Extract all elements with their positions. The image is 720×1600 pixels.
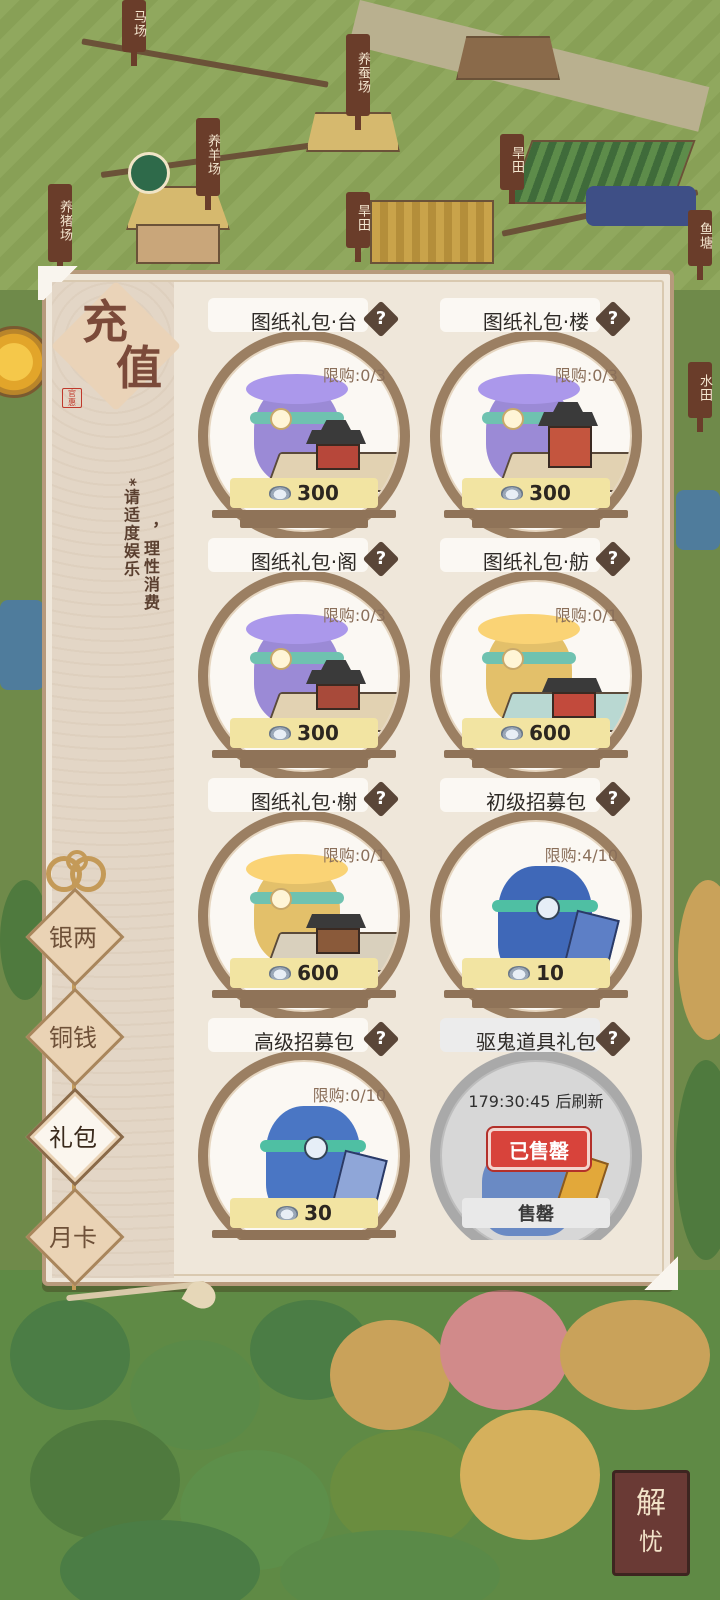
silver-ingot-icon xyxy=(501,726,524,740)
price-button[interactable]: 600 xyxy=(462,718,610,748)
tree xyxy=(678,880,720,1040)
purchase-limit: 限购:4/10 xyxy=(544,846,618,865)
paper-curl xyxy=(644,1256,678,1290)
product-card[interactable]: 高级招募包 ? 限购:0/10 30 xyxy=(192,1018,416,1240)
price-button[interactable]: 300 xyxy=(230,718,378,748)
purchase-limit: 限购:0/3 xyxy=(554,366,618,385)
product-scroll-area[interactable]: 图纸礼包·台 ? 限购:0/3 300 图纸礼包·楼 ? 限购:0/3 300 … xyxy=(186,290,656,1240)
signpost-dry-field: 旱田 xyxy=(500,134,524,204)
purchase-limit: 限购:0/10 xyxy=(312,1086,386,1105)
tree xyxy=(460,1410,600,1540)
flower-tree xyxy=(440,1290,570,1410)
signpost-dry-field-2: 旱田 xyxy=(346,192,370,262)
tab-silver[interactable]: 银两 xyxy=(25,887,125,987)
title-char: 值 xyxy=(116,341,162,395)
product-card[interactable]: 初级招募包 ? 限购:4/10 10 xyxy=(424,778,648,1022)
tab-copper[interactable]: 铜钱 xyxy=(25,987,125,1087)
moderation-notice: *请适度娱乐 ，理性消费 xyxy=(121,478,160,612)
product-card[interactable]: 图纸礼包·楼 ? 限购:0/3 300 xyxy=(424,298,648,542)
hut xyxy=(456,36,562,106)
tassel-ornament xyxy=(66,1276,221,1322)
silver-ingot-icon xyxy=(269,966,292,980)
signpost-pig: 养猪场 xyxy=(48,184,72,276)
seal-stamp: 官 惠 xyxy=(62,388,82,408)
barn xyxy=(126,186,236,266)
refresh-timer: 179:30:45 后刷新 xyxy=(468,1092,604,1111)
price-button[interactable]: 10 xyxy=(462,958,610,988)
title-char: 充 xyxy=(82,295,128,349)
panel-title: 充 值 xyxy=(50,280,182,430)
product-card[interactable]: 图纸礼包·台 ? 限购:0/3 300 xyxy=(192,298,416,542)
tab-gift-pack[interactable]: 礼包 xyxy=(25,1087,125,1187)
purchase-limit: 限购:0/1 xyxy=(322,846,386,865)
jieyou-button[interactable]: 解 忧 xyxy=(612,1470,690,1576)
map-marker-icon[interactable] xyxy=(128,152,170,194)
product-card[interactable]: 图纸礼包·榭 ? 限购:0/1 600 xyxy=(192,778,416,1022)
tab-monthly-card[interactable]: 月卡 xyxy=(25,1187,125,1287)
signpost-horse: 马场 xyxy=(122,0,146,66)
tree xyxy=(676,1060,720,1260)
product-card-sold-out[interactable]: 驱鬼道具礼包 ? 179:30:45 后刷新 已售罄 售罄 xyxy=(424,1018,648,1240)
silver-ingot-icon xyxy=(269,726,292,740)
wheat-field xyxy=(370,200,494,264)
tree xyxy=(560,1300,710,1410)
silver-ingot-icon xyxy=(501,486,524,500)
price-button[interactable]: 30 xyxy=(230,1198,378,1228)
pond xyxy=(676,490,720,550)
silver-ingot-icon xyxy=(276,1206,299,1220)
product-card[interactable]: 图纸礼包·阁 ? 限购:0/3 300 xyxy=(192,538,416,782)
silver-ingot-icon xyxy=(508,966,531,980)
price-button[interactable]: 300 xyxy=(462,478,610,508)
signpost-sheep: 养羊场 xyxy=(196,118,220,210)
product-card[interactable]: 图纸礼包·舫 ? 限购:0/1 600 xyxy=(424,538,648,782)
price-button[interactable]: 300 xyxy=(230,478,378,508)
tree xyxy=(330,1320,450,1430)
purchase-limit: 限购:0/3 xyxy=(322,366,386,385)
sold-out-stamp: 已售罄 xyxy=(488,1128,590,1170)
shed xyxy=(306,112,402,182)
sold-out-button: 售罄 xyxy=(462,1198,610,1228)
silver-ingot-icon xyxy=(269,486,292,500)
purchase-limit: 限购:0/1 xyxy=(554,606,618,625)
fish-pond xyxy=(586,186,696,226)
price-button[interactable]: 600 xyxy=(230,958,378,988)
purchase-limit: 限购:0/3 xyxy=(322,606,386,625)
pond xyxy=(0,600,44,690)
signpost-silkworm: 养蚕场 xyxy=(346,34,370,130)
signpost-fish-pond: 鱼塘 xyxy=(688,210,712,280)
signpost-paddy: 水田 xyxy=(688,362,712,432)
